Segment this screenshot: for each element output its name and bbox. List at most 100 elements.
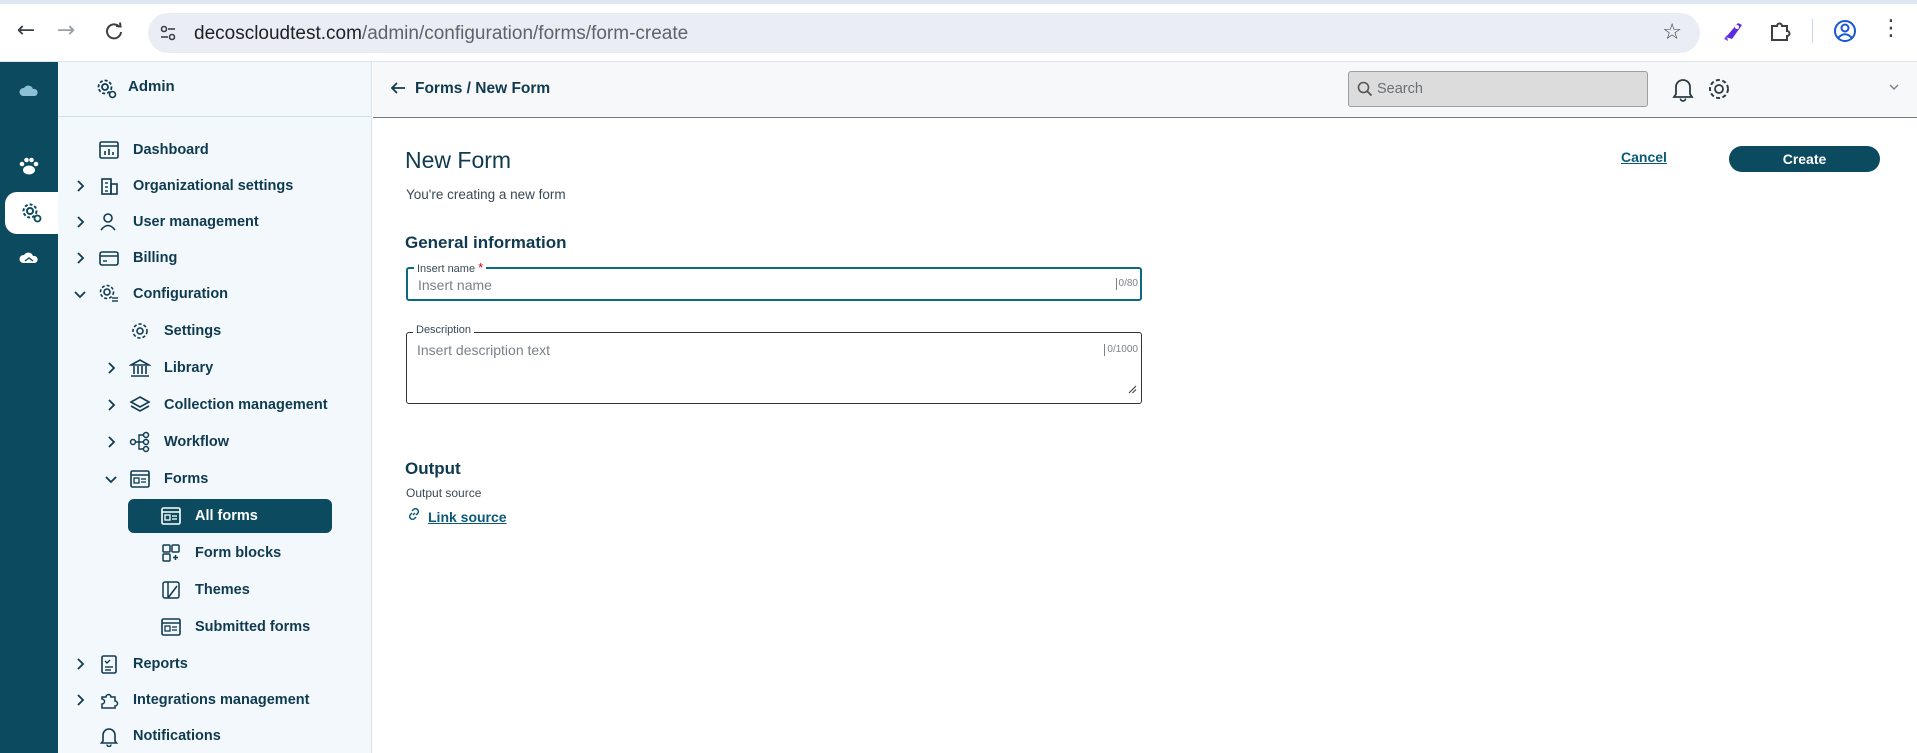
back-icon[interactable]: ← — [12, 17, 40, 45]
notifications-bell-icon[interactable] — [1671, 76, 1695, 107]
site-info-icon[interactable] — [158, 23, 178, 43]
create-button[interactable]: Create — [1729, 146, 1880, 172]
config-gear-icon — [98, 283, 120, 305]
browser-toolbar: ← → decoscloudtest.com/admin/configurati… — [0, 0, 1917, 62]
name-label-text: Insert name — [417, 263, 476, 275]
sidebar-item-workflow[interactable]: Workflow — [58, 425, 372, 459]
forward-icon[interactable]: → — [52, 17, 80, 45]
link-source-button[interactable]: Link source — [406, 506, 507, 527]
sidebar-item-library[interactable]: Library — [58, 351, 372, 385]
sidebar-item-label: Collection management — [164, 397, 328, 413]
submitted-icon — [160, 616, 182, 638]
address-bar[interactable]: decoscloudtest.com/admin/configuration/f… — [148, 13, 1700, 53]
sidebar-item-all-forms[interactable]: All forms — [128, 499, 332, 533]
url-host: decoscloudtest.com — [194, 23, 362, 44]
sidebar-title: Admin — [128, 78, 175, 95]
chevron-down-icon[interactable] — [1888, 80, 1900, 98]
sidebar-item-label: User management — [133, 214, 259, 230]
sidebar-item-dashboard[interactable]: Dashboard — [58, 133, 372, 167]
reload-icon[interactable] — [100, 17, 128, 45]
toolbar-divider — [1812, 19, 1813, 43]
description-field-label: Description — [413, 324, 475, 336]
workflow-icon — [129, 431, 151, 453]
chevron-right-icon[interactable] — [103, 360, 119, 376]
chevron-right-icon[interactable] — [72, 692, 88, 708]
sidebar-header: Admin — [58, 62, 372, 117]
sidebar-item-themes[interactable]: Themes — [58, 573, 372, 607]
sidebar-item-forms[interactable]: Forms — [58, 462, 372, 496]
paw-icon[interactable] — [0, 145, 58, 187]
required-mark: * — [478, 260, 484, 275]
output-heading: Output — [405, 459, 461, 478]
chevron-right-icon[interactable] — [103, 397, 119, 413]
sidebar-item-organizational-settings[interactable]: Organizational settings — [58, 169, 372, 203]
chevron-right-icon[interactable] — [72, 250, 88, 266]
url-text[interactable]: decoscloudtest.com/admin/configuration/f… — [194, 23, 688, 45]
admin-sidebar: Admin Dashboard Organizational settings … — [58, 62, 372, 753]
admin-gear-icon[interactable] — [5, 192, 58, 234]
name-field-label: Insert name * — [414, 260, 487, 275]
puzzle-extension-icon[interactable] — [1766, 17, 1794, 45]
sidebar-item-collection-management[interactable]: Collection management — [58, 388, 372, 422]
cloud-alt-icon[interactable] — [0, 237, 58, 279]
search-box[interactable] — [1348, 71, 1648, 107]
resize-handle-icon[interactable] — [1128, 381, 1137, 399]
main-content: Forms / New Form New Form You're creatin… — [373, 62, 1917, 753]
link-icon — [406, 506, 422, 527]
profile-icon[interactable] — [1831, 17, 1859, 45]
chevron-right-icon[interactable] — [103, 434, 119, 450]
sidebar-item-form-blocks[interactable]: Form blocks — [58, 536, 372, 570]
breadcrumb: Forms / New Form — [415, 80, 551, 97]
output-source-label: Output source — [406, 486, 482, 500]
sidebar-item-label: Workflow — [164, 434, 229, 450]
cloud-logo-icon[interactable] — [0, 70, 58, 112]
bell-icon — [98, 725, 120, 748]
settings-gear-icon[interactable] — [1706, 76, 1732, 107]
card-icon — [98, 247, 120, 269]
search-input[interactable] — [1377, 78, 1637, 100]
search-icon — [1357, 81, 1373, 102]
description-textarea[interactable] — [417, 342, 1097, 392]
sidebar-item-billing[interactable]: Billing — [58, 241, 372, 275]
name-field[interactable]: Insert name* 0/80 — [406, 260, 1142, 301]
form-list-icon — [160, 505, 182, 527]
sidebar-item-label: Dashboard — [133, 142, 209, 158]
chevron-down-icon[interactable] — [103, 471, 119, 487]
link-source-label: Link source — [428, 508, 507, 525]
sidebar-item-notifications[interactable]: Notifications — [58, 719, 372, 753]
sidebar-item-label: Organizational settings — [133, 178, 294, 194]
chevron-right-icon[interactable] — [72, 656, 88, 672]
layers-icon — [129, 394, 151, 416]
sidebar-item-configuration[interactable]: Configuration — [58, 277, 372, 311]
form-icon — [129, 468, 151, 490]
rocket-extension-icon[interactable] — [1720, 17, 1748, 45]
chevron-right-icon[interactable] — [72, 178, 88, 194]
sidebar-item-label: Forms — [164, 471, 209, 487]
name-char-counter: 0/80 — [1115, 278, 1138, 290]
sidebar-item-settings[interactable]: Settings — [58, 314, 372, 348]
page-title: New Form — [405, 147, 512, 173]
sidebar-item-reports[interactable]: Reports — [58, 647, 372, 681]
dashboard-icon — [98, 139, 120, 161]
sidebar-item-label: All forms — [195, 508, 258, 524]
name-input[interactable] — [418, 275, 1098, 295]
admin-gear-icon — [96, 78, 118, 105]
sidebar-item-integrations-management[interactable]: Integrations management — [58, 683, 372, 717]
sidebar-item-label: Submitted forms — [195, 619, 311, 635]
sidebar-item-submitted-forms[interactable]: Submitted forms — [58, 610, 372, 644]
chevron-right-icon[interactable] — [72, 214, 88, 230]
sidebar-item-user-management[interactable]: User management — [58, 205, 372, 239]
bookmark-star-icon[interactable]: ☆ — [1662, 20, 1682, 45]
description-field[interactable]: Description 0/1000 — [406, 324, 1142, 404]
page-header: Forms / New Form — [373, 62, 1917, 118]
back-arrow-icon[interactable] — [389, 79, 407, 102]
sidebar-item-label: Integrations management — [133, 692, 310, 708]
menu-dots-icon[interactable]: ⋮ — [1880, 16, 1902, 41]
sidebar-item-label: Reports — [133, 656, 188, 672]
chevron-down-icon[interactable] — [72, 286, 88, 302]
sidebar-item-label: Configuration — [133, 286, 229, 302]
library-icon — [127, 357, 153, 379]
report-icon — [98, 653, 120, 675]
cancel-button[interactable]: Cancel — [1621, 149, 1667, 165]
general-information-heading: General information — [405, 233, 567, 252]
